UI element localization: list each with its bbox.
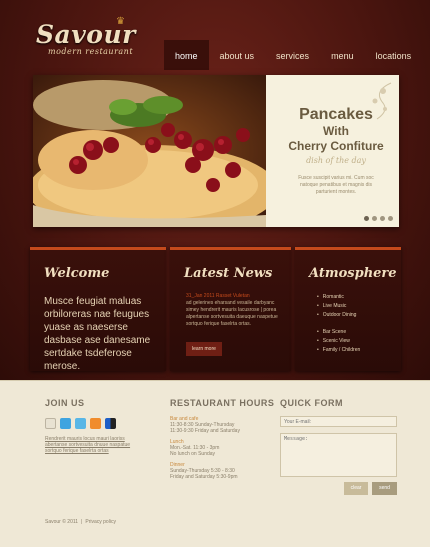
atmosphere-list: Romantic Live Music Outdoor Dining bbox=[295, 293, 401, 320]
divider bbox=[0, 380, 430, 381]
welcome-text: Musce feugiat maluas orbiloreras nae feu… bbox=[44, 296, 151, 372]
footer-copyright: Savour © 2011 | Privacy policy bbox=[45, 519, 116, 525]
clear-button[interactable]: clear bbox=[344, 482, 368, 495]
slide-info: Pancakes With Cherry Confiture dish of t… bbox=[273, 75, 399, 227]
crown-icon: ♛ bbox=[116, 16, 125, 27]
hours-line: No lunch on Sunday bbox=[170, 451, 216, 457]
welcome-title: Welcome bbox=[44, 266, 110, 281]
list-item[interactable]: Romantic bbox=[317, 293, 401, 302]
separator: | bbox=[81, 519, 83, 525]
twitter-icon[interactable] bbox=[75, 418, 86, 429]
list-item[interactable]: Scenic View bbox=[317, 337, 401, 346]
news-title: Latest News bbox=[184, 266, 273, 281]
atmosphere-list: Bar Scene Scenic View Family / Children bbox=[295, 328, 401, 355]
hours-list: Bar and cafe 11:30-8:30 Sunday-Thursday … bbox=[170, 416, 270, 480]
hours-line: 11:30-9:30 Friday and Saturday bbox=[170, 428, 240, 434]
learn-more-button[interactable]: learn more bbox=[186, 342, 222, 356]
hours-line: Friday and Saturday 5:30-9pm bbox=[170, 474, 238, 480]
nav-about[interactable]: about us bbox=[209, 40, 266, 70]
join-us-text[interactable]: Rendrerit mauris locus mauri laoriss abe… bbox=[45, 436, 140, 454]
slider-dot-1[interactable] bbox=[364, 216, 369, 221]
slide-description: Fusce suscipit varius mi. Cum soc natoqu… bbox=[298, 175, 374, 195]
list-item[interactable]: Outdoor Dining bbox=[317, 311, 401, 320]
slider-dot-4[interactable] bbox=[388, 216, 393, 221]
quick-form-heading: QUICK FORM bbox=[280, 398, 343, 408]
hours-heading: RESTAURANT HOURS bbox=[170, 398, 275, 408]
delicious-icon[interactable] bbox=[105, 418, 116, 429]
social-links bbox=[45, 418, 116, 429]
floral-ornament-icon bbox=[372, 82, 392, 120]
main-nav: home about us services menu locations bbox=[164, 40, 422, 70]
list-item[interactable]: Live Music bbox=[317, 302, 401, 311]
email-field[interactable] bbox=[280, 416, 397, 427]
skype-icon[interactable] bbox=[60, 418, 71, 429]
logo-tagline: modern restaurant bbox=[48, 47, 134, 56]
list-item[interactable]: Bar Scene bbox=[317, 328, 401, 337]
pancakes-photo bbox=[33, 75, 266, 227]
logo[interactable]: Savour ♛ modern restaurant bbox=[36, 16, 136, 56]
slider-dot-2[interactable] bbox=[372, 216, 377, 221]
news-box: Latest News 31_Jan 2011 Rasset Vuletan a… bbox=[170, 247, 291, 371]
slide-dish-label: dish of the day bbox=[306, 156, 366, 165]
message-field[interactable] bbox=[280, 433, 397, 477]
nav-locations[interactable]: locations bbox=[365, 40, 423, 70]
news-date[interactable]: 31_Jan 2011 Rasset Vuletan bbox=[170, 281, 291, 300]
join-us-heading: JOIN US bbox=[45, 398, 85, 408]
news-text: ad gelerines eharsand vesaile darbyanc s… bbox=[186, 300, 278, 327]
nav-home[interactable]: home bbox=[164, 40, 209, 70]
atmosphere-title: Atmosphere bbox=[309, 266, 397, 281]
flickr-icon[interactable] bbox=[45, 418, 56, 429]
nav-services[interactable]: services bbox=[265, 40, 320, 70]
slide-subtitle-1: With bbox=[323, 124, 349, 138]
featured-slider: Pancakes With Cherry Confiture dish of t… bbox=[33, 75, 399, 227]
privacy-policy-link[interactable]: Privacy policy bbox=[85, 519, 116, 525]
send-button[interactable]: send bbox=[372, 482, 397, 495]
slider-dot-3[interactable] bbox=[380, 216, 385, 221]
atmosphere-box: Atmosphere Romantic Live Music Outdoor D… bbox=[295, 247, 401, 371]
list-item[interactable]: Family / Children bbox=[317, 346, 401, 355]
rss-icon[interactable] bbox=[90, 418, 101, 429]
copyright-text: Savour © 2011 bbox=[45, 519, 79, 525]
slide-subtitle-2: Cherry Confiture bbox=[288, 139, 384, 153]
welcome-box: Welcome Musce feugiat maluas orbiloreras… bbox=[30, 247, 166, 372]
nav-menu[interactable]: menu bbox=[320, 40, 365, 70]
slider-pagination bbox=[364, 216, 393, 221]
